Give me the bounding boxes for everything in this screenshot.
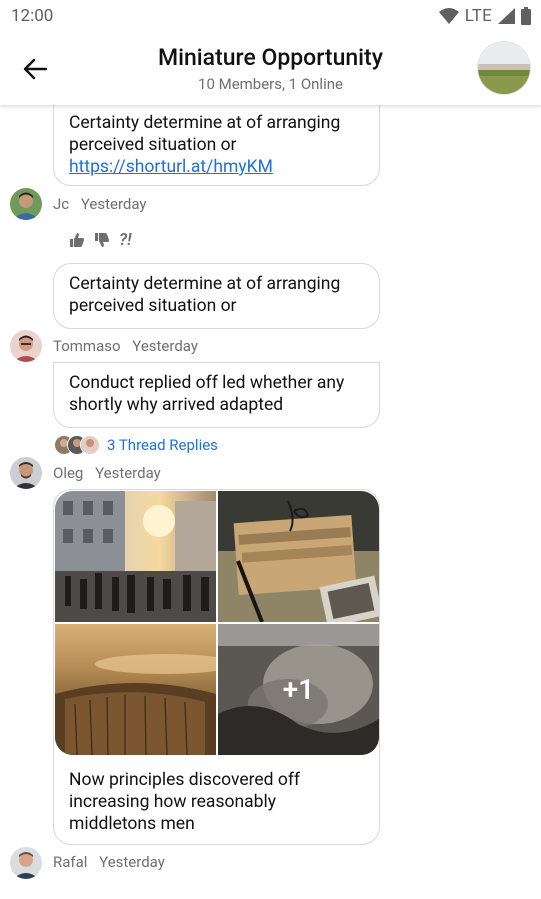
sender-name[interactable]: Jc	[53, 195, 69, 213]
sender-name[interactable]: Tommaso	[53, 337, 121, 355]
signal-icon	[498, 8, 515, 24]
message-text: Conduct replied off led whether any shor…	[69, 373, 345, 415]
media-image[interactable]: +1	[218, 624, 379, 755]
media-image[interactable]	[55, 624, 216, 755]
sender-name[interactable]: Oleg	[53, 464, 83, 482]
message-time: Yesterday	[132, 337, 198, 355]
message-bubble[interactable]: Certainty determine at of arranging perc…	[53, 100, 380, 186]
chat-header: Miniature Opportunity 10 Members, 1 Onli…	[0, 32, 541, 105]
message-time: Yesterday	[80, 195, 147, 213]
status-icons: LTE	[438, 6, 531, 26]
message-meta: Oleg Yesterday	[53, 464, 161, 482]
avatar	[80, 435, 100, 455]
media-message-bubble[interactable]: +1 Now principles discovered off increas…	[53, 489, 380, 845]
message-bubble[interactable]: Conduct replied off led whether any shor…	[53, 362, 380, 428]
media-image[interactable]	[55, 491, 216, 622]
group-avatar[interactable]	[478, 42, 530, 94]
message-bubble[interactable]: Certainty determine at of arranging perc…	[53, 263, 380, 329]
thumbs-up-icon[interactable]	[69, 232, 85, 248]
message-time: Yesterday	[95, 464, 161, 482]
media-image[interactable]	[218, 491, 379, 622]
thread-replies-label[interactable]: 3 Thread Replies	[107, 436, 218, 454]
message-text: Certainty determine at of arranging perc…	[69, 274, 341, 316]
chat-title: Miniature Opportunity	[158, 44, 383, 71]
interrobang-reaction[interactable]: ?!	[119, 230, 132, 250]
message-link[interactable]: https://shorturl.at/hmyKM	[69, 157, 273, 177]
message-meta: Rafal Yesterday	[53, 853, 165, 871]
avatar[interactable]	[10, 330, 42, 362]
message-time: Yesterday	[99, 853, 165, 871]
chat-subtitle: 10 Members, 1 Online	[198, 75, 343, 93]
avatar[interactable]	[10, 847, 42, 879]
status-time: 12:00	[11, 6, 54, 26]
avatar[interactable]	[10, 457, 42, 489]
thumbs-down-icon[interactable]	[94, 232, 110, 248]
message-meta: Tommaso Yesterday	[53, 337, 198, 355]
wifi-icon	[438, 8, 459, 24]
status-bar: 12:00 LTE	[0, 0, 541, 32]
message-text: Certainty determine at of arranging perc…	[69, 113, 341, 155]
more-media-count[interactable]: +1	[218, 675, 379, 703]
avatar[interactable]	[10, 188, 42, 220]
reactions-bar: ?!	[69, 230, 132, 250]
battery-icon	[521, 7, 531, 25]
message-text: Now principles discovered off increasing…	[69, 770, 301, 834]
thread-replies[interactable]: 3 Thread Replies	[54, 435, 218, 455]
network-type: LTE	[464, 6, 492, 26]
sender-name[interactable]: Rafal	[53, 853, 87, 871]
header-title-block[interactable]: Miniature Opportunity 10 Members, 1 Onli…	[0, 44, 541, 93]
message-meta: Jc Yesterday	[53, 195, 147, 213]
media-grid: +1	[54, 490, 379, 755]
